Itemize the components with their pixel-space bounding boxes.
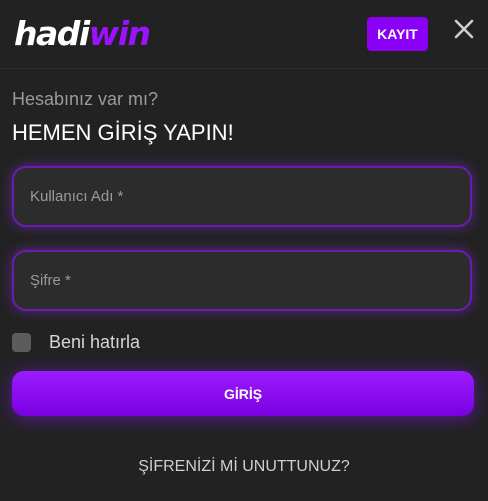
forgot-password-link[interactable]: ŞİFRENİZİ Mİ UNUTTUNUZ? <box>0 458 488 476</box>
username-field-wrapper <box>12 166 472 227</box>
close-icon <box>454 19 474 39</box>
register-button[interactable]: KAYIT <box>367 17 428 51</box>
username-input[interactable] <box>14 168 470 225</box>
logo-text-purple: win <box>88 14 151 53</box>
login-button[interactable]: GİRİŞ <box>12 371 474 416</box>
password-field-wrapper <box>12 250 472 311</box>
logo: hadiwin <box>14 14 151 54</box>
remember-me-label[interactable]: Beni hatırla <box>49 332 140 353</box>
password-input[interactable] <box>14 252 470 309</box>
remember-me-row: Beni hatırla <box>12 331 140 353</box>
close-button[interactable] <box>450 14 478 44</box>
login-subtitle: Hesabınız var mı? <box>12 89 159 109</box>
header: hadiwin KAYIT <box>0 0 488 69</box>
remember-me-checkbox[interactable] <box>12 332 31 352</box>
logo-text-white: hadi <box>14 14 90 53</box>
login-title: HEMEN GİRİŞ YAPIN! <box>12 120 234 145</box>
